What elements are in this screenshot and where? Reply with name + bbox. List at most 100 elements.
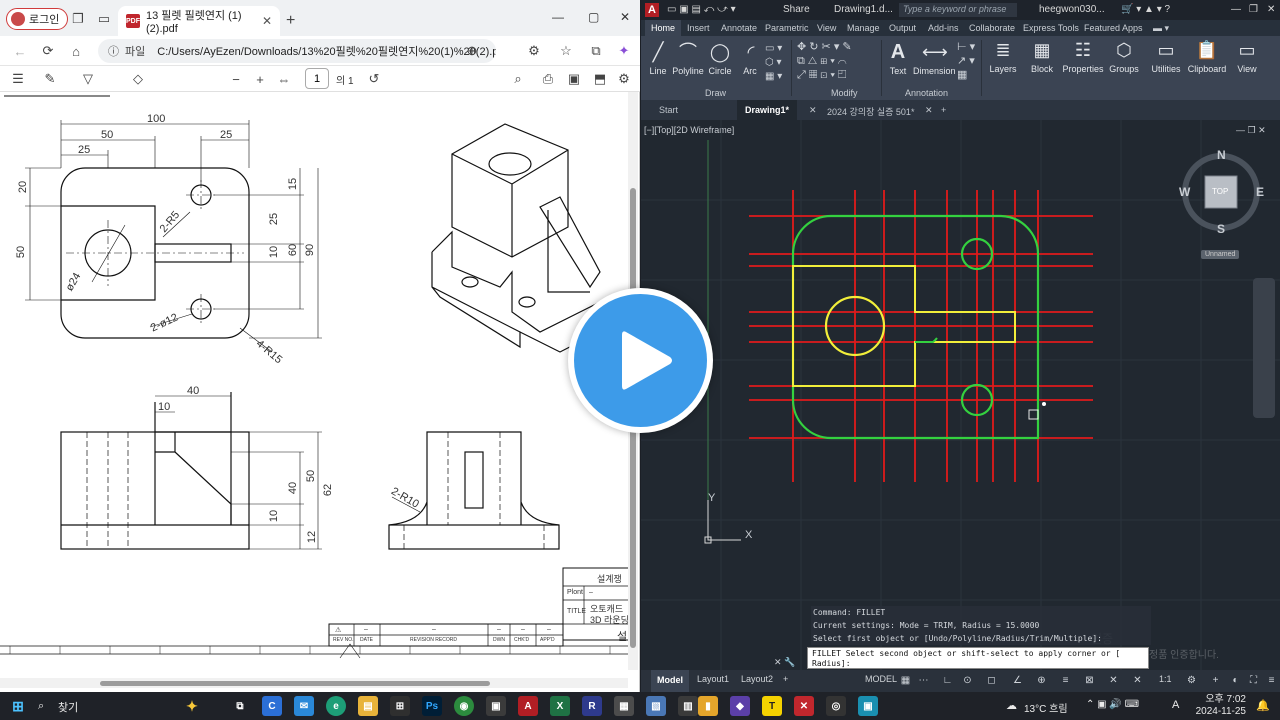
dimension-tool[interactable]: ⟷ Dimension (913, 40, 956, 76)
share-button[interactable]: Share (783, 4, 810, 15)
tab-model[interactable]: Model (651, 670, 689, 692)
annotation-panel-label[interactable]: Annotation (905, 88, 948, 98)
horizontal-scrollbar[interactable] (0, 678, 628, 688)
copilot-sparkle-icon[interactable]: ✦ (182, 696, 202, 716)
zoom-in-button[interactable]: + (250, 69, 270, 89)
profile-button[interactable]: 로그인 (6, 8, 69, 30)
erase-icon[interactable]: ◇ (128, 69, 148, 89)
utilities-button[interactable]: ▭ Utilities (1147, 38, 1185, 74)
compass-east[interactable]: E (1256, 185, 1264, 199)
compass-north[interactable]: N (1217, 148, 1226, 162)
tray-icons[interactable]: ⌃ ▣ 🔊 ⌨ (1086, 699, 1139, 710)
store-icon[interactable]: ⊞ (390, 696, 410, 716)
notification-icon[interactable]: 🔔 (1256, 699, 1270, 712)
copilot-icon[interactable]: ✦ (614, 41, 634, 61)
modify-panel-label[interactable]: Modify (831, 88, 858, 98)
tab-parametric[interactable]: Parametric (765, 23, 809, 33)
command-input[interactable]: FILLET Select second object or shift-sel… (807, 647, 1149, 669)
scroll-thumb[interactable] (100, 681, 490, 686)
command-line-close-icon[interactable]: ✕ 🔧 (774, 657, 795, 668)
draw-small-icons[interactable]: ▭ ▾ ⬡ ▾ ▦ ▾ (765, 42, 782, 84)
workspace-gear-icon[interactable]: ⚙ (1185, 674, 1198, 687)
video-play-button[interactable] (568, 288, 713, 433)
circle-tool[interactable]: ◯ Circle (707, 40, 733, 76)
favorites-icon[interactable]: ☆ (556, 41, 576, 61)
quick-access-icons[interactable]: ▭ ▣ ▤ ⤺ ⤻ ▾ (667, 4, 736, 15)
ime-indicator[interactable]: A (1172, 699, 1179, 711)
fit-page-icon[interactable]: ⇔ (274, 69, 294, 89)
chrome-icon[interactable]: ◉ (454, 696, 474, 716)
save-as-icon[interactable]: ⬒ (590, 69, 610, 89)
home-icon[interactable]: ⌂ (66, 41, 86, 61)
layers-button[interactable]: ≣ Layers (985, 38, 1021, 74)
close-icon[interactable]: ✕ (262, 14, 272, 28)
rotate-icon[interactable]: ↺ (364, 69, 384, 89)
edge-icon[interactable]: e (326, 696, 346, 716)
app-icon[interactable]: ▣ (486, 696, 506, 716)
line-tool[interactable]: ╱ Line (645, 40, 671, 76)
extensions-icon[interactable]: ⚙ (524, 41, 544, 61)
customize-icon[interactable]: ≡ (1265, 674, 1278, 687)
settings-icon[interactable]: ⚙ (614, 69, 634, 89)
view-button[interactable]: ▭ View (1233, 38, 1261, 74)
ucs-menu[interactable]: Unnamed (1201, 250, 1240, 259)
back-icon[interactable]: ← (10, 41, 30, 61)
highlight-icon[interactable]: ✎ (40, 69, 60, 89)
snap-icon[interactable]: ⋯ (917, 674, 930, 687)
compass-south[interactable]: S (1217, 222, 1225, 236)
draw-panel-label[interactable]: Draw (705, 88, 726, 98)
navigation-bar[interactable] (1253, 278, 1275, 418)
app-icon[interactable]: ◆ (730, 696, 750, 716)
search-input[interactable]: Type a keyword or phrase (899, 3, 1017, 17)
search-icon[interactable]: ⌕ (508, 69, 528, 89)
annotation-scale-icon[interactable]: ✕ (1107, 674, 1120, 687)
tab-home[interactable]: Home (645, 20, 682, 36)
mail-icon[interactable]: ✉ (294, 696, 314, 716)
tab-add-ins[interactable]: Add-ins (928, 23, 959, 33)
app-icon[interactable]: ▥ (678, 696, 698, 716)
tab-pdf[interactable]: PDF 13 필렛 필렛연지 (1) (2).pdf ✕ (118, 6, 280, 36)
tab-featured-apps[interactable]: Featured Apps (1084, 23, 1143, 33)
arc-tool[interactable]: ◜ Arc (739, 40, 761, 76)
tab-actions-icon[interactable]: ▭ (94, 9, 114, 29)
ribbon-options-icon[interactable]: ▬ ▾ (1153, 23, 1169, 34)
tab-drawing1[interactable]: Drawing1* (737, 100, 798, 120)
plus-icon[interactable]: + (1209, 674, 1222, 687)
tab-express-tools[interactable]: Express Tools (1023, 23, 1079, 33)
cart-icon[interactable]: 🛒 ▾ ▲ ▾ ? (1121, 4, 1170, 15)
properties-button[interactable]: ☷ Properties (1061, 38, 1105, 74)
fullscreen-icon[interactable]: ⛶ (1247, 674, 1260, 687)
clock[interactable]: 오후 7:02 2024-11-25 (1196, 694, 1246, 718)
page-number-input[interactable]: 1 (305, 68, 329, 89)
ortho-icon[interactable]: ∟ (941, 674, 954, 687)
tab-manage[interactable]: Manage (847, 23, 880, 33)
zoom-icon[interactable]: ⊕ (462, 41, 482, 61)
close-window-button[interactable]: ✕ (620, 10, 630, 24)
add-layout-button[interactable]: + (783, 674, 788, 684)
contents-icon[interactable]: ☰ (8, 69, 28, 89)
dynamic-input-icon[interactable]: ⊕ (1035, 674, 1048, 687)
maximize-button[interactable]: ❐ (1249, 4, 1258, 15)
search-icon[interactable]: ⌕ (38, 700, 44, 713)
tab-layout2[interactable]: Layout2 (741, 674, 773, 684)
app-icon[interactable]: ◎ (826, 696, 846, 716)
tab-annotate[interactable]: Annotate (721, 23, 757, 33)
excel-icon[interactable]: X (550, 696, 570, 716)
osnap-icon[interactable]: ◻ (985, 674, 998, 687)
save-icon[interactable]: ▣ (564, 69, 584, 89)
user-account[interactable]: heegwon030... (1039, 4, 1105, 15)
tab-layout1[interactable]: Layout1 (697, 674, 729, 684)
autocad-taskbar-icon[interactable]: A (518, 696, 538, 716)
otrack-icon[interactable]: ∠ (1011, 674, 1024, 687)
app-icon[interactable]: ▣ (858, 696, 878, 716)
new-tab-button[interactable]: + (286, 12, 295, 30)
close-window-button[interactable]: ✕ (1267, 4, 1275, 15)
annotation-visibility-icon[interactable]: ✕ (1131, 674, 1144, 687)
kakaotalk-icon[interactable]: T (762, 696, 782, 716)
groups-button[interactable]: ⬡ Groups (1107, 38, 1141, 74)
print-icon[interactable]: ⎙ (538, 69, 558, 89)
photoshop-icon[interactable]: Ps (422, 696, 442, 716)
weather-text[interactable]: 13°C 흐림 (1024, 700, 1068, 715)
app-icon[interactable]: ✕ (794, 696, 814, 716)
new-tab-button[interactable]: + (933, 100, 954, 120)
